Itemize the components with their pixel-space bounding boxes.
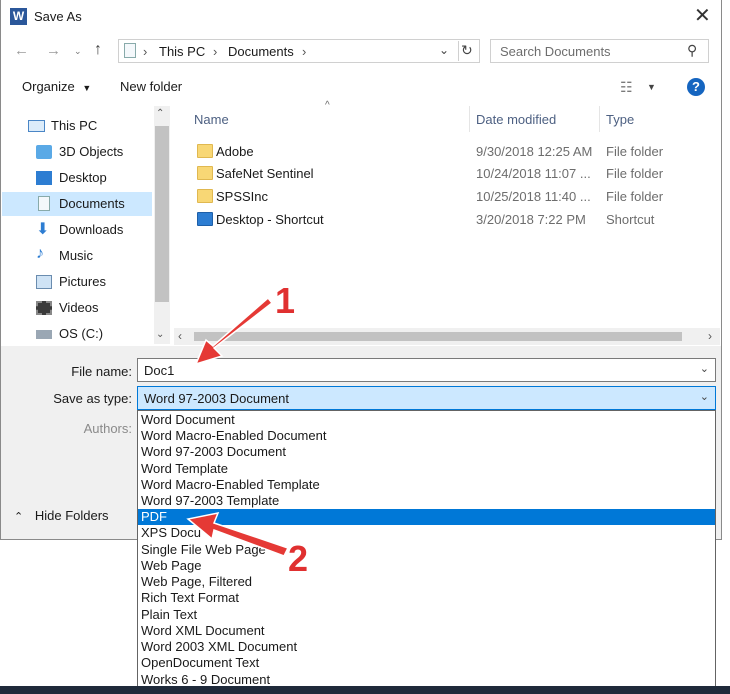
taskbar: [0, 686, 730, 694]
step-number-2: 2: [288, 538, 309, 579]
arrow-1-icon: [194, 296, 274, 366]
arrow-2-icon: [186, 511, 290, 557]
annotation-arrows: [186, 296, 290, 557]
step-number-1: 1: [275, 280, 296, 321]
